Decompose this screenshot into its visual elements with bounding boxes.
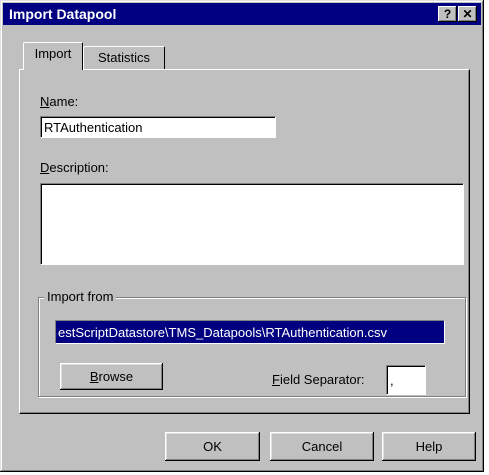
dialog-title: Import Datapool xyxy=(9,6,117,22)
cancel-button[interactable]: Cancel xyxy=(270,432,374,461)
tab-statistics[interactable]: Statistics xyxy=(83,46,165,70)
ok-button[interactable]: OK xyxy=(165,432,260,461)
tab-import[interactable]: Import xyxy=(23,42,83,70)
close-button[interactable]: ✕ xyxy=(458,6,477,22)
import-datapool-dialog: Import Datapool ? ✕ Import Statistics Na… xyxy=(0,0,484,472)
help-button[interactable]: Help xyxy=(382,432,476,461)
title-bar: Import Datapool ? ✕ xyxy=(3,3,481,25)
tab-statistics-label: Statistics xyxy=(97,50,150,65)
tab-import-label: Import xyxy=(34,46,72,61)
import-tab-panel xyxy=(19,69,470,414)
help-question-button[interactable]: ? xyxy=(438,6,457,22)
